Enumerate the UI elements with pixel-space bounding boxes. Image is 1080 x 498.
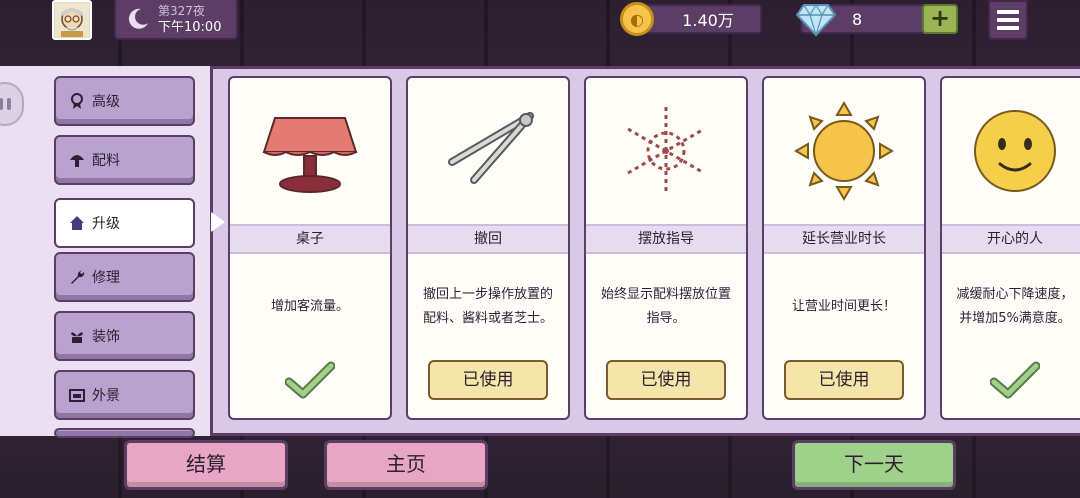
upgrade-card-happy-people[interactable]: 开心的人 减缓耐心下降速度，并增加5%满意度。 bbox=[940, 76, 1080, 420]
mushroom-icon bbox=[68, 151, 86, 169]
home-button[interactable]: 主页 bbox=[324, 440, 488, 490]
smiley-icon bbox=[942, 78, 1080, 224]
player-avatar[interactable] bbox=[52, 0, 92, 40]
house-icon bbox=[68, 214, 86, 232]
upgrade-card-placement-guide[interactable]: 摆放指导 始终显示配料摆放位置指导。 已使用 bbox=[584, 76, 748, 420]
checkout-button[interactable]: 结算 bbox=[124, 440, 288, 490]
add-gems-button[interactable]: + bbox=[922, 4, 958, 34]
upgrade-card-table[interactable]: 桌子 增加客流量。 bbox=[228, 76, 392, 420]
category-label: 外景 bbox=[92, 388, 120, 404]
category-label: 修理 bbox=[92, 270, 120, 286]
active-tab-pointer bbox=[211, 212, 225, 232]
hamburger-menu-button[interactable] bbox=[988, 0, 1028, 40]
guide-pattern-icon bbox=[586, 78, 746, 224]
night-counter: 第327夜 bbox=[158, 4, 205, 18]
tongs-icon bbox=[408, 78, 568, 224]
next-day-button[interactable]: 下一天 bbox=[792, 440, 956, 490]
grandpa-avatar-icon bbox=[55, 3, 89, 37]
moon-icon bbox=[128, 8, 148, 29]
upgrade-card-undo[interactable]: 撤回 撤回上一步操作放置的配料、酱料或者芝士。 已使用 bbox=[406, 76, 570, 420]
coin-icon: ◐ bbox=[620, 2, 654, 36]
category-tab-toppings[interactable]: 配料 bbox=[54, 135, 195, 185]
checkmark-icon bbox=[990, 361, 1040, 399]
card-description: 减缓耐心下降速度，并增加5%满意度。 bbox=[956, 287, 1074, 326]
menu-line-icon bbox=[997, 26, 1019, 30]
upgrade-card-extend-hours[interactable]: 延长营业时长 让营业时间更长！ 已使用 bbox=[762, 76, 926, 420]
category-label: 装饰 bbox=[92, 329, 120, 345]
card-description: 始终显示配料摆放位置指导。 bbox=[600, 287, 731, 326]
used-button[interactable]: 已使用 bbox=[606, 360, 726, 400]
sun-icon bbox=[764, 78, 924, 224]
storefront-icon bbox=[68, 386, 86, 404]
menu-line-icon bbox=[997, 18, 1019, 22]
grip-icon bbox=[7, 98, 11, 110]
category-label: 高级 bbox=[92, 94, 120, 110]
card-title: 开心的人 bbox=[942, 224, 1080, 254]
card-title: 延长营业时长 bbox=[764, 224, 924, 254]
menu-line-icon bbox=[997, 10, 1019, 14]
grip-icon bbox=[0, 98, 3, 110]
category-tab-premium[interactable]: 高级 bbox=[54, 76, 195, 126]
ribbon-icon bbox=[68, 92, 86, 110]
night-time-panel: 第327夜 下午10:00 bbox=[114, 0, 238, 40]
category-tab-more[interactable] bbox=[54, 428, 195, 438]
card-title: 撤回 bbox=[408, 224, 568, 254]
category-tab-repair[interactable]: 修理 bbox=[54, 252, 195, 302]
card-description: 让营业时间更长！ bbox=[791, 299, 896, 314]
table-icon bbox=[230, 78, 390, 224]
coin-balance: 1.40万 bbox=[644, 4, 762, 34]
card-description: 增加客流量。 bbox=[270, 299, 349, 314]
category-label: 升级 bbox=[92, 216, 120, 232]
wrench-icon bbox=[68, 268, 86, 286]
checkmark-icon bbox=[285, 361, 335, 399]
diamond-icon bbox=[796, 3, 836, 37]
category-label: 配料 bbox=[92, 153, 120, 169]
card-title: 摆放指导 bbox=[586, 224, 746, 254]
plant-icon bbox=[68, 327, 86, 345]
used-button[interactable]: 已使用 bbox=[784, 360, 904, 400]
card-title: 桌子 bbox=[230, 224, 390, 254]
used-button[interactable]: 已使用 bbox=[428, 360, 548, 400]
card-description: 撤回上一步操作放置的配料、酱料或者芝士。 bbox=[422, 287, 553, 326]
category-tab-decor[interactable]: 装饰 bbox=[54, 311, 195, 361]
category-tab-upgrades[interactable]: 升级 bbox=[54, 198, 195, 248]
category-tab-exterior[interactable]: 外景 bbox=[54, 370, 195, 420]
clock-time: 下午10:00 bbox=[158, 20, 222, 35]
